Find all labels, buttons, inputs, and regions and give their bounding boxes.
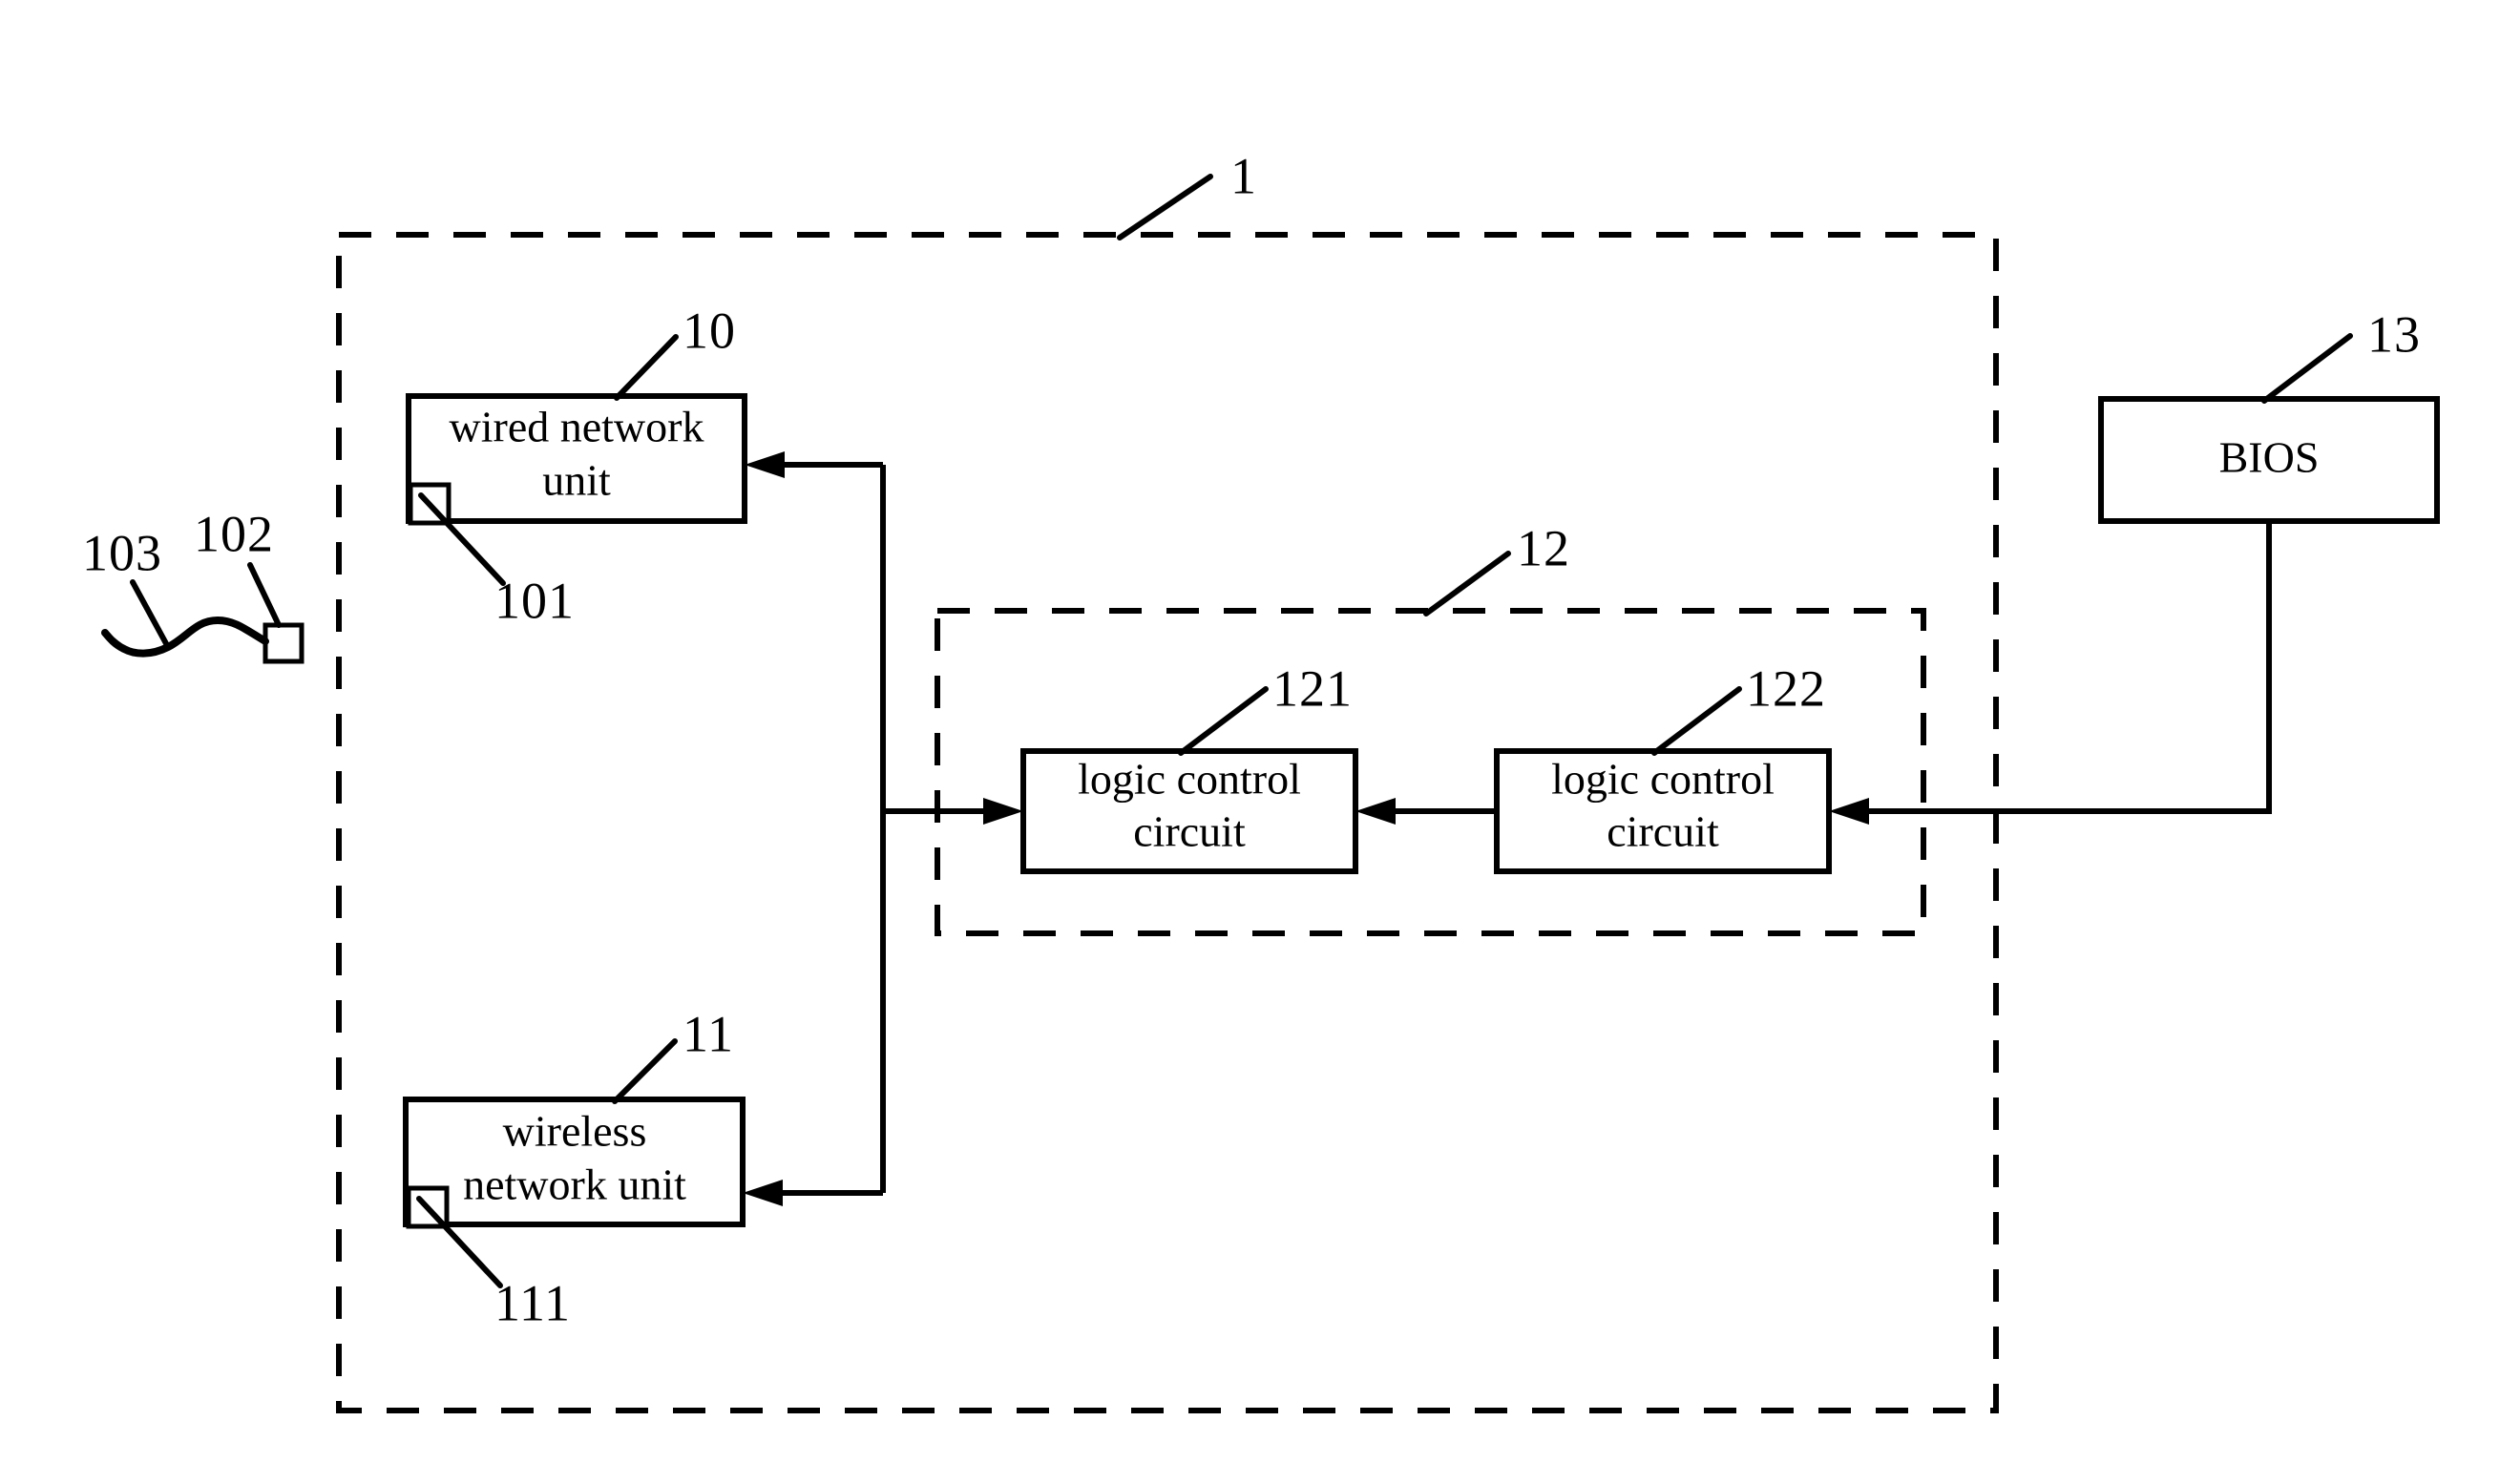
wire-bios-to-logic-2	[1848, 521, 2272, 814]
leader-line-connector	[247, 562, 282, 628]
ref-number-wired-port: 101	[494, 572, 575, 629]
leader-line-cable	[130, 579, 171, 650]
ref-number-logic-1: 121	[1272, 659, 1353, 717]
leader-line-wired-unit	[614, 334, 679, 401]
ref-number-wireless-unit: 11	[683, 1005, 734, 1062]
leader-line-wireless-unit	[612, 1038, 678, 1104]
arrowhead-wired-network-unit	[745, 451, 785, 478]
leader-line-logic-1	[1178, 686, 1269, 756]
arrowhead-logic-2-input	[1829, 798, 1869, 825]
figure-canvas: 1 12 wired network unit 101 10 wireless …	[82, 147, 2440, 1413]
leader-line-bios	[2261, 333, 2353, 404]
logic-control-circuit-1-label-line1: logic control	[1078, 755, 1301, 804]
ref-number-wired-unit: 10	[683, 302, 736, 359]
logic-control-circuit-2-label-line2: circuit	[1607, 807, 1719, 856]
wired-network-unit-label-line2: unit	[542, 456, 611, 505]
wireless-network-unit-label-line1: wireless	[503, 1107, 647, 1156]
ref-number-connector: 102	[194, 505, 274, 562]
leader-line-enclosure	[1117, 174, 1213, 240]
ref-number-bios: 13	[2367, 305, 2421, 363]
ref-number-cable: 103	[82, 524, 162, 581]
external-cable-icon	[101, 617, 269, 658]
leader-line-control-module	[1423, 551, 1511, 617]
ref-number-enclosure: 1	[1230, 147, 1257, 204]
external-connector-icon[interactable]	[263, 622, 305, 664]
ref-number-control-module: 12	[1517, 519, 1570, 576]
leader-line-logic-2	[1651, 686, 1742, 756]
logic-control-circuit-2-label-line1: logic control	[1551, 755, 1775, 804]
arrowhead-wireless-network-unit	[743, 1180, 783, 1206]
patent-figure: 1 12 wired network unit 101 10 wireless …	[0, 0, 2500, 1484]
wired-network-unit-label-line1: wired network	[450, 403, 704, 451]
wireless-network-unit-label-line2: network unit	[463, 1160, 686, 1209]
arrowhead-logic-1-from-logic-2	[1355, 798, 1396, 825]
bios-label: BIOS	[2219, 433, 2320, 482]
ref-number-logic-2: 122	[1746, 659, 1826, 717]
arrowhead-logic-1-input	[983, 798, 1023, 825]
logic-control-circuit-1-label-line2: circuit	[1133, 807, 1246, 856]
ref-number-wireless-port: 111	[494, 1274, 571, 1331]
